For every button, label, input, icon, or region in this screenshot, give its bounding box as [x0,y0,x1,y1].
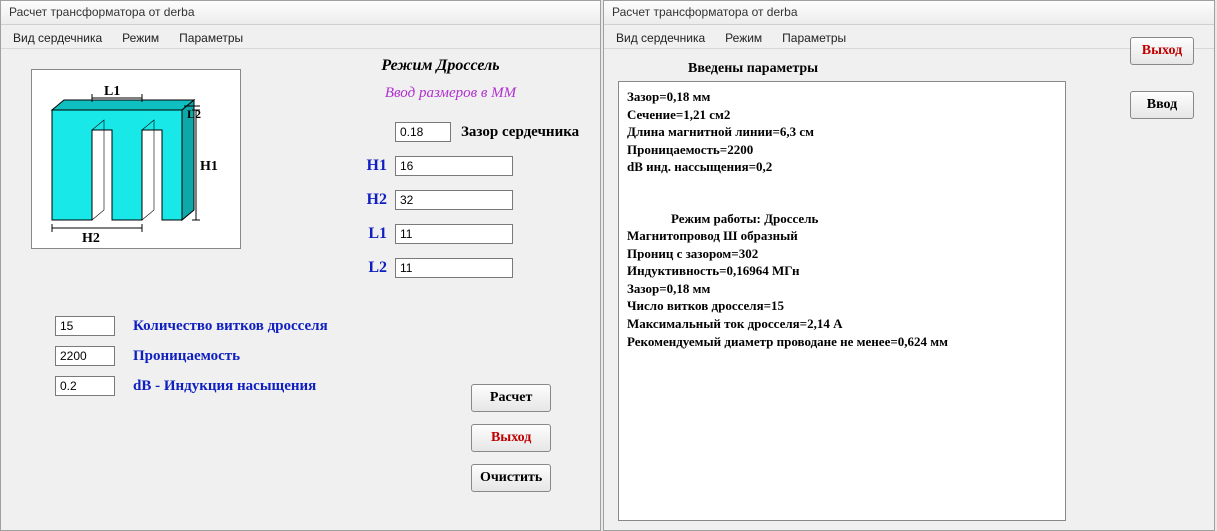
right-content: Введены параметры Зазор=0,18 мм Сечение=… [604,49,1214,85]
perm-label: Проницаемость [115,348,240,365]
result-line: Число витков дросселя=15 [627,297,1057,315]
perm-input[interactable] [55,346,115,366]
result-line: dB инд. нассыщения=0,2 [627,158,1057,176]
left-window: Расчет трансформатора от derba Вид серде… [0,0,601,531]
params-entered-title: Введены параметры [688,61,1202,77]
result-line: Длина магнитной линии=6,3 см [627,123,1057,141]
svg-text:L2: L2 [187,107,201,121]
result-line: Магнитопровод Ш образный [627,227,1057,245]
result-line: Рекомендуемый диаметр проводане не менее… [627,333,1057,351]
gap-label: Зазор сердечника [451,124,579,141]
calc-button[interactable]: Расчет [471,384,551,412]
left-content: Режим Дроссель Ввод размеров в ММ L1 L2 … [1,49,600,110]
result-line: Зазор=0,18 мм [627,280,1057,298]
core-svg-icon: L1 L2 H1 H2 [32,70,242,250]
menu-core-type[interactable]: Вид сердечника [612,29,709,44]
results-textarea[interactable]: Зазор=0,18 мм Сечение=1,21 см2 Длина маг… [618,81,1066,521]
window-title: Расчет трансформатора от derba [1,1,600,25]
exit-button[interactable]: Выход [1130,37,1194,65]
menu-parameters[interactable]: Параметры [778,29,850,44]
h1-label: H1 [351,157,395,175]
menu-bar: Вид сердечника Режим Параметры [1,25,600,49]
l2-input[interactable] [395,258,513,278]
db-input[interactable] [55,376,115,396]
mode-title: Режим Дроссель [293,57,588,75]
result-mode-line: Режим работы: Дроссель [627,210,1057,228]
result-line: Максимальный ток дросселя=2,14 А [627,315,1057,333]
db-label: dB - Индукция насыщения [115,378,316,395]
l1-input[interactable] [395,224,513,244]
h2-label: H2 [351,191,395,209]
h2-input[interactable] [395,190,513,210]
svg-text:H2: H2 [82,231,100,246]
core-diagram: L1 L2 H1 H2 [31,69,241,249]
parameter-inputs: Количество витков дросселя Проницаемость… [55,311,328,401]
right-window: Расчет трансформатора от derba Вид серде… [603,0,1215,531]
menu-bar: Вид сердечника Режим Параметры [604,25,1214,49]
menu-parameters[interactable]: Параметры [175,29,247,44]
result-line: Зазор=0,18 мм [627,88,1057,106]
menu-mode[interactable]: Режим [118,29,163,44]
result-line: Прониц с зазором=302 [627,245,1057,263]
input-subtitle: Ввод размеров в ММ [313,85,588,102]
gap-input[interactable] [395,122,451,142]
turns-label: Количество витков дросселя [115,318,328,335]
menu-core-type[interactable]: Вид сердечника [9,29,106,44]
turns-input[interactable] [55,316,115,336]
l2-label: L2 [351,259,395,277]
h1-input[interactable] [395,156,513,176]
menu-mode[interactable]: Режим [721,29,766,44]
svg-text:H1: H1 [200,159,218,174]
exit-button[interactable]: Выход [471,424,551,452]
l1-label: L1 [351,225,395,243]
window-title: Расчет трансформатора от derba [604,1,1214,25]
enter-button[interactable]: Ввод [1130,91,1194,119]
result-line: Проницаемость=2200 [627,141,1057,159]
clear-button[interactable]: Очистить [471,464,551,492]
svg-text:L1: L1 [104,84,120,99]
result-line: Индуктивность=0,16964 МГн [627,262,1057,280]
dimension-inputs: Зазор сердечника H1 H2 L1 L2 [351,115,579,285]
result-line: Сечение=1,21 см2 [627,106,1057,124]
button-column: Расчет Выход Очистить [471,384,551,492]
